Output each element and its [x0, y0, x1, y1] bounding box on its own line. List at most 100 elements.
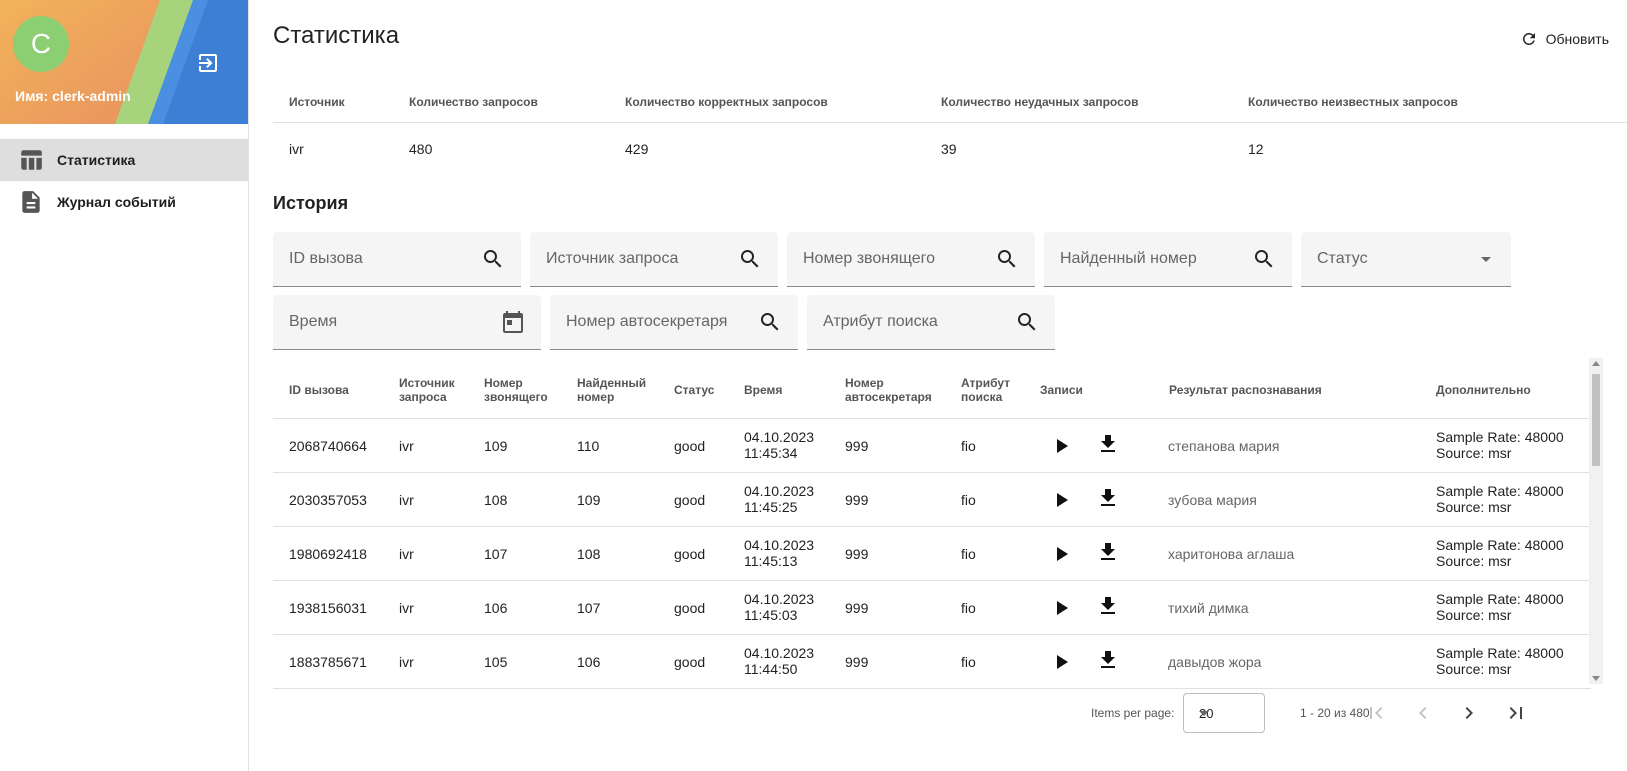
logout-icon[interactable]	[196, 51, 220, 75]
download-icon[interactable]	[1096, 540, 1120, 564]
found-number-filter[interactable]: Найденный номер	[1044, 232, 1292, 287]
column-header[interactable]: Атрибут поиска	[961, 376, 1010, 404]
download-icon[interactable]	[1096, 432, 1120, 456]
last-page-icon[interactable]	[1504, 701, 1528, 725]
found-number-cell: 106	[577, 654, 601, 670]
refresh-button[interactable]: Обновить	[1520, 30, 1609, 48]
first-page-icon[interactable]	[1364, 701, 1388, 725]
search-icon	[484, 250, 502, 268]
call-id-cell: 2030357053	[289, 492, 367, 508]
download-icon[interactable]	[1096, 486, 1120, 510]
status-placeholder: Статус	[1317, 250, 1368, 267]
page-range-label: 1 - 20 из 480	[1300, 706, 1370, 720]
column-header[interactable]: Результат распознавания	[1169, 383, 1322, 397]
found-number-cell: 108	[577, 546, 601, 562]
scroll-up-arrow[interactable]	[1592, 361, 1600, 366]
column-header[interactable]: Время	[744, 383, 782, 397]
extra-cell: Sample Rate: 48000 Source: msr	[1436, 591, 1564, 623]
items-per-page-label: Items per page:	[1091, 706, 1175, 720]
recognition-result-cell: харитонова аглаша	[1168, 546, 1295, 562]
status-cell: good	[674, 438, 706, 454]
call-id-cell: 1938156031	[289, 600, 367, 616]
call-id-filter[interactable]: ID вызова	[273, 232, 521, 287]
table-row: 1938156031 ivr 106 107 good 04.10.2023 11…	[273, 581, 1591, 635]
time-cell: 04.10.2023 11:45:25	[744, 483, 814, 515]
table-scrollbar[interactable]	[1589, 358, 1603, 684]
column-header-line: Номер	[484, 376, 523, 390]
column-header[interactable]: Номер звонящего	[484, 376, 548, 404]
found-number-placeholder: Найденный номер	[1060, 250, 1197, 267]
column-header[interactable]: ID вызова	[289, 383, 349, 397]
sidebar-item-label: Статистика	[57, 152, 136, 168]
table-header-row: ID вызова Источник запроса Номер звонящего…	[273, 362, 1591, 419]
play-icon[interactable]	[1049, 596, 1073, 620]
extra-cell: Sample Rate: 48000 Source: msr	[1436, 537, 1564, 569]
source-cell: ivr	[399, 654, 414, 670]
table-row: 2030357053 ivr 108 109 good 04.10.2023 11…	[273, 473, 1591, 527]
column-header[interactable]: Источник запроса	[399, 376, 455, 404]
sample-rate-text: Sample Rate: 48000	[1436, 429, 1564, 445]
play-icon[interactable]	[1049, 542, 1073, 566]
time-text: 11:45:13	[744, 553, 798, 569]
column-header: Записи	[1040, 383, 1083, 397]
column-header-line: Найденный	[577, 376, 647, 390]
caller-cell: 107	[484, 546, 508, 562]
recognition-result-cell: давыдов жора	[1168, 654, 1262, 670]
table-body: 2068740664 ivr 109 110 good 04.10.2023 11…	[273, 419, 1591, 689]
source-placeholder: Источник запроса	[546, 250, 679, 267]
column-header[interactable]: Статус	[674, 383, 714, 397]
search-icon	[1255, 250, 1273, 268]
column-header[interactable]: Номер автосекретаря	[845, 376, 932, 404]
play-icon[interactable]	[1049, 650, 1073, 674]
download-icon[interactable]	[1096, 594, 1120, 618]
sample-rate-text: Sample Rate: 48000	[1436, 645, 1564, 661]
source-cell: ivr	[399, 600, 414, 616]
date-text: 04.10.2023	[744, 429, 815, 445]
time-cell: 04.10.2023 11:45:13	[744, 537, 814, 569]
play-icon[interactable]	[1049, 488, 1073, 512]
attribute-cell: fio	[961, 546, 976, 562]
caller-cell: 105	[484, 654, 508, 670]
scroll-down-arrow[interactable]	[1592, 676, 1600, 681]
caller-cell: 106	[484, 600, 508, 616]
table-icon	[18, 147, 44, 173]
page-size-select[interactable]: 20	[1183, 693, 1265, 733]
sidebar-item-event-log[interactable]: Журнал событий	[0, 181, 248, 223]
source-text: Source: msr	[1436, 661, 1512, 677]
history-table: ID вызова Источник запроса Номер звонящего…	[273, 362, 1591, 689]
previous-page-icon[interactable]	[1411, 701, 1435, 725]
stats-header-cell: Источник	[289, 95, 345, 109]
column-header[interactable]: Найденный номер	[577, 376, 646, 404]
scrollbar-thumb[interactable]	[1592, 374, 1600, 466]
attribute-cell: fio	[961, 654, 976, 670]
date-text: 04.10.2023	[744, 537, 815, 553]
autosecretary-filter[interactable]: Номер автосекретаря	[550, 295, 798, 350]
search-attribute-placeholder: Атрибут поиска	[823, 313, 938, 330]
source-filter[interactable]: Источник запроса	[530, 232, 778, 287]
sample-rate-text: Sample Rate: 48000	[1436, 591, 1564, 607]
play-icon[interactable]	[1049, 434, 1073, 458]
status-select[interactable]: Статус	[1301, 232, 1511, 287]
caller-filter[interactable]: Номер звонящего	[787, 232, 1035, 287]
attribute-cell: fio	[961, 438, 976, 454]
source-cell: ivr	[399, 492, 414, 508]
extra-cell: Sample Rate: 48000 Source: msr	[1436, 645, 1564, 677]
time-filter[interactable]: Время	[273, 295, 541, 350]
next-page-icon[interactable]	[1457, 701, 1481, 725]
paginator: Items per page: 20 1 - 20 из 480	[248, 690, 1627, 740]
recognition-result-cell: зубова мария	[1168, 492, 1257, 508]
table-row: 1883785671 ivr 105 106 good 04.10.2023 11…	[273, 635, 1591, 689]
attribute-cell: fio	[961, 600, 976, 616]
user-name-label: Имя: clerk-admin	[15, 88, 131, 104]
time-cell: 04.10.2023 11:45:03	[744, 591, 814, 623]
autosecretary-cell: 999	[845, 600, 869, 616]
download-icon[interactable]	[1096, 648, 1120, 672]
search-icon	[1018, 313, 1036, 331]
time-text: 11:45:34	[744, 445, 798, 461]
search-attribute-filter[interactable]: Атрибут поиска	[807, 295, 1055, 350]
sidebar: С Имя: clerk-admin Статистика Журнал соб…	[0, 0, 249, 771]
sidebar-item-statistics[interactable]: Статистика	[0, 139, 248, 181]
date-text: 04.10.2023	[744, 591, 815, 607]
calendar-icon[interactable]	[501, 310, 525, 334]
found-number-cell: 110	[577, 438, 600, 454]
